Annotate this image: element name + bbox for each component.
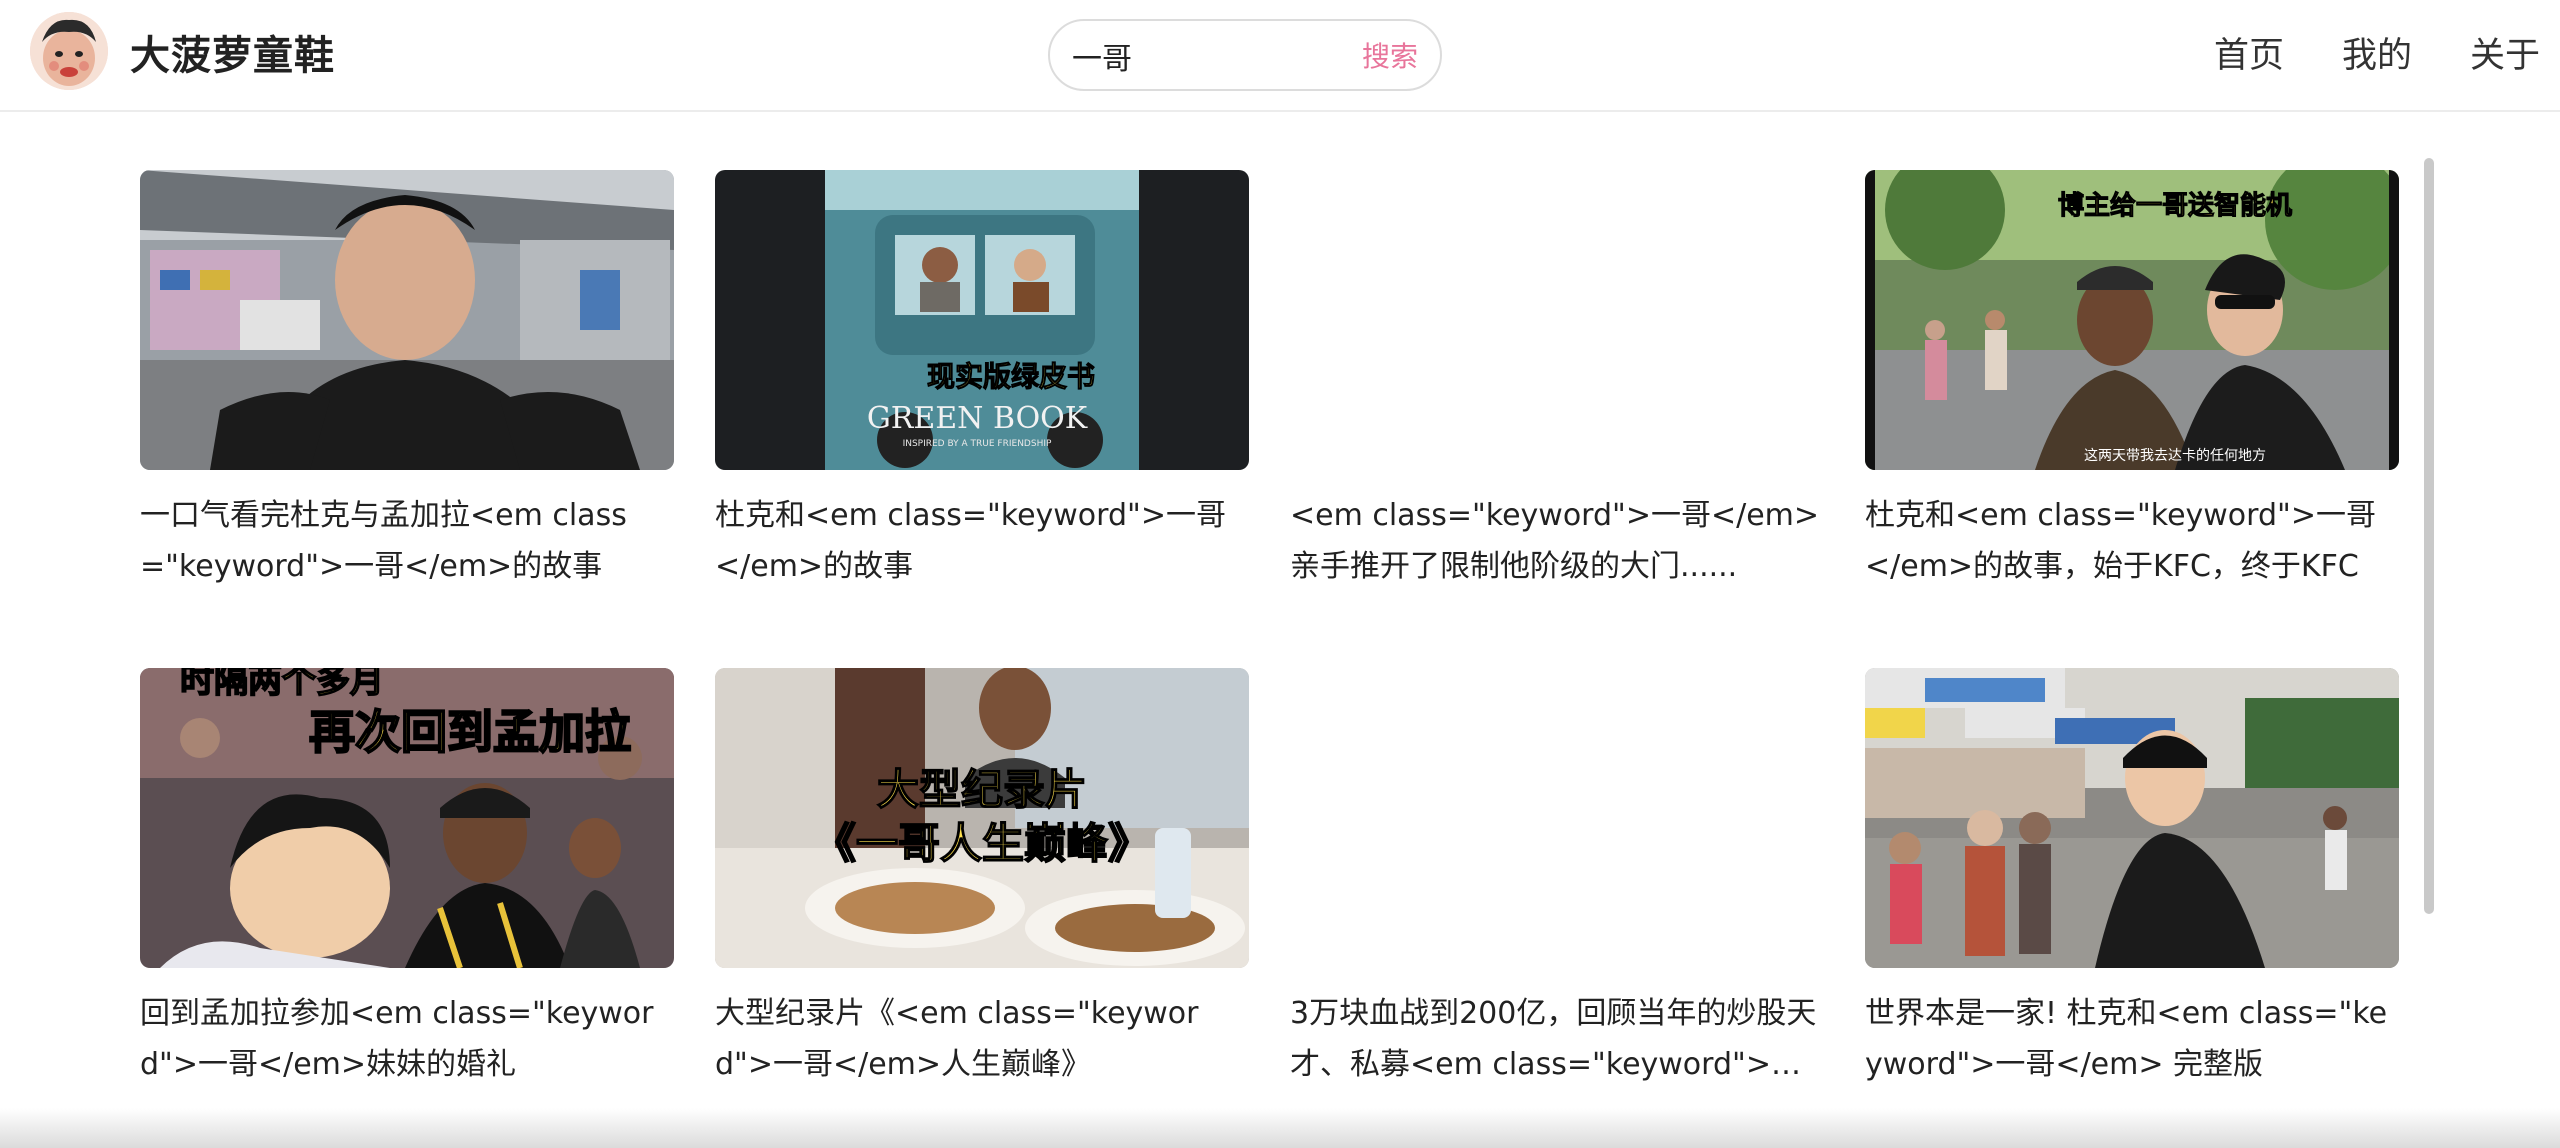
thumb-subtitle: 这两天带我去达卡的任何地方 [2084,447,2266,464]
video-title[interactable]: 世界本是一家! 杜克和<em class="keyword">一哥</em> 完… [1865,988,2399,1096]
video-grid: 一口气看完杜克与孟加拉<em class="keyword">一哥</em>的故… [0,112,2560,1148]
video-title[interactable]: 杜克和<em class="keyword">一哥</em>的故事 [715,490,1249,598]
video-thumbnail[interactable]: 时隔两个多月 再次回到孟加拉 [140,668,674,968]
video-thumbnail-empty[interactable] [1290,170,1824,470]
crowd-photo-image: 时隔两个多月 再次回到孟加拉 [140,668,674,968]
video-title[interactable]: 杜克和<em class="keyword">一哥</em>的故事，始于KFC，… [1865,490,2399,598]
search-box: 搜索 [1048,19,1442,91]
nav-about[interactable]: 关于 [2470,28,2540,84]
video-thumbnail[interactable]: 大型纪录片 《一哥人生巅峰》 [715,668,1249,968]
bottom-shadow [0,1108,2560,1148]
video-thumbnail[interactable] [1865,668,2399,968]
dinner-photo-image: 大型纪录片 《一哥人生巅峰》 [715,668,1249,968]
thumb-title: GREEN BOOK [867,401,1088,436]
thumb-caption: 博主给一哥送智能机 [2058,190,2292,221]
thumb-subtitle: INSPIRED BY A TRUE FRIENDSHIP [903,439,1052,449]
video-thumbnail[interactable]: 现实版绿皮书 GREEN BOOK INSPIRED BY A TRUE FRI… [715,170,1249,470]
video-title[interactable]: 3万块血战到200亿，回顾当年的炒股天才、私募<em class="keywor… [1290,988,1824,1096]
thumb-caption: 大型纪录片 [877,765,1087,814]
thumb-caption-top: 时隔两个多月 [180,668,384,701]
video-title[interactable]: 回到孟加拉参加<em class="keyword">一哥</em>妹妹的婚礼 [140,988,674,1096]
thumb-caption: 现实版绿皮书 [927,360,1095,393]
street-photo-image [140,170,674,470]
nav-home[interactable]: 首页 [2214,28,2284,84]
video-thumbnail[interactable] [140,170,674,470]
video-thumbnail-empty[interactable] [1290,668,1824,968]
video-title[interactable]: <em class="keyword">一哥</em>亲手推开了限制他阶级的大门… [1290,490,1824,598]
site-brand-name[interactable]: 大菠萝童鞋 [130,28,335,84]
park-photo-image: 博主给一哥送智能机 这两天带我去达卡的任何地方 [1865,170,2399,470]
green-book-poster-image: 现实版绿皮书 GREEN BOOK INSPIRED BY A TRUE FRI… [715,170,1249,470]
search-input[interactable] [1072,35,1322,77]
nav-mine[interactable]: 我的 [2342,28,2412,84]
street-market-photo-image [1865,668,2399,968]
video-thumbnail[interactable]: 博主给一哥送智能机 这两天带我去达卡的任何地方 [1865,170,2399,470]
thumb-caption-line2: 《一哥人生巅峰》 [814,819,1150,868]
video-title[interactable]: 一口气看完杜克与孟加拉<em class="keyword">一哥</em>的故… [140,490,674,598]
thumb-caption: 再次回到孟加拉 [309,705,631,759]
avatar-face-icon [30,12,108,90]
top-bar: 大菠萝童鞋 搜索 首页 我的 关于 [0,0,2560,112]
avatar-logo[interactable] [30,12,108,90]
main-nav: 首页 我的 关于 [2156,28,2540,84]
video-title[interactable]: 大型纪录片《<em class="keyword">一哥</em>人生巅峰》 [715,988,1249,1096]
search-button[interactable]: 搜索 [1362,39,1418,75]
scrollbar-thumb[interactable] [2424,158,2434,914]
